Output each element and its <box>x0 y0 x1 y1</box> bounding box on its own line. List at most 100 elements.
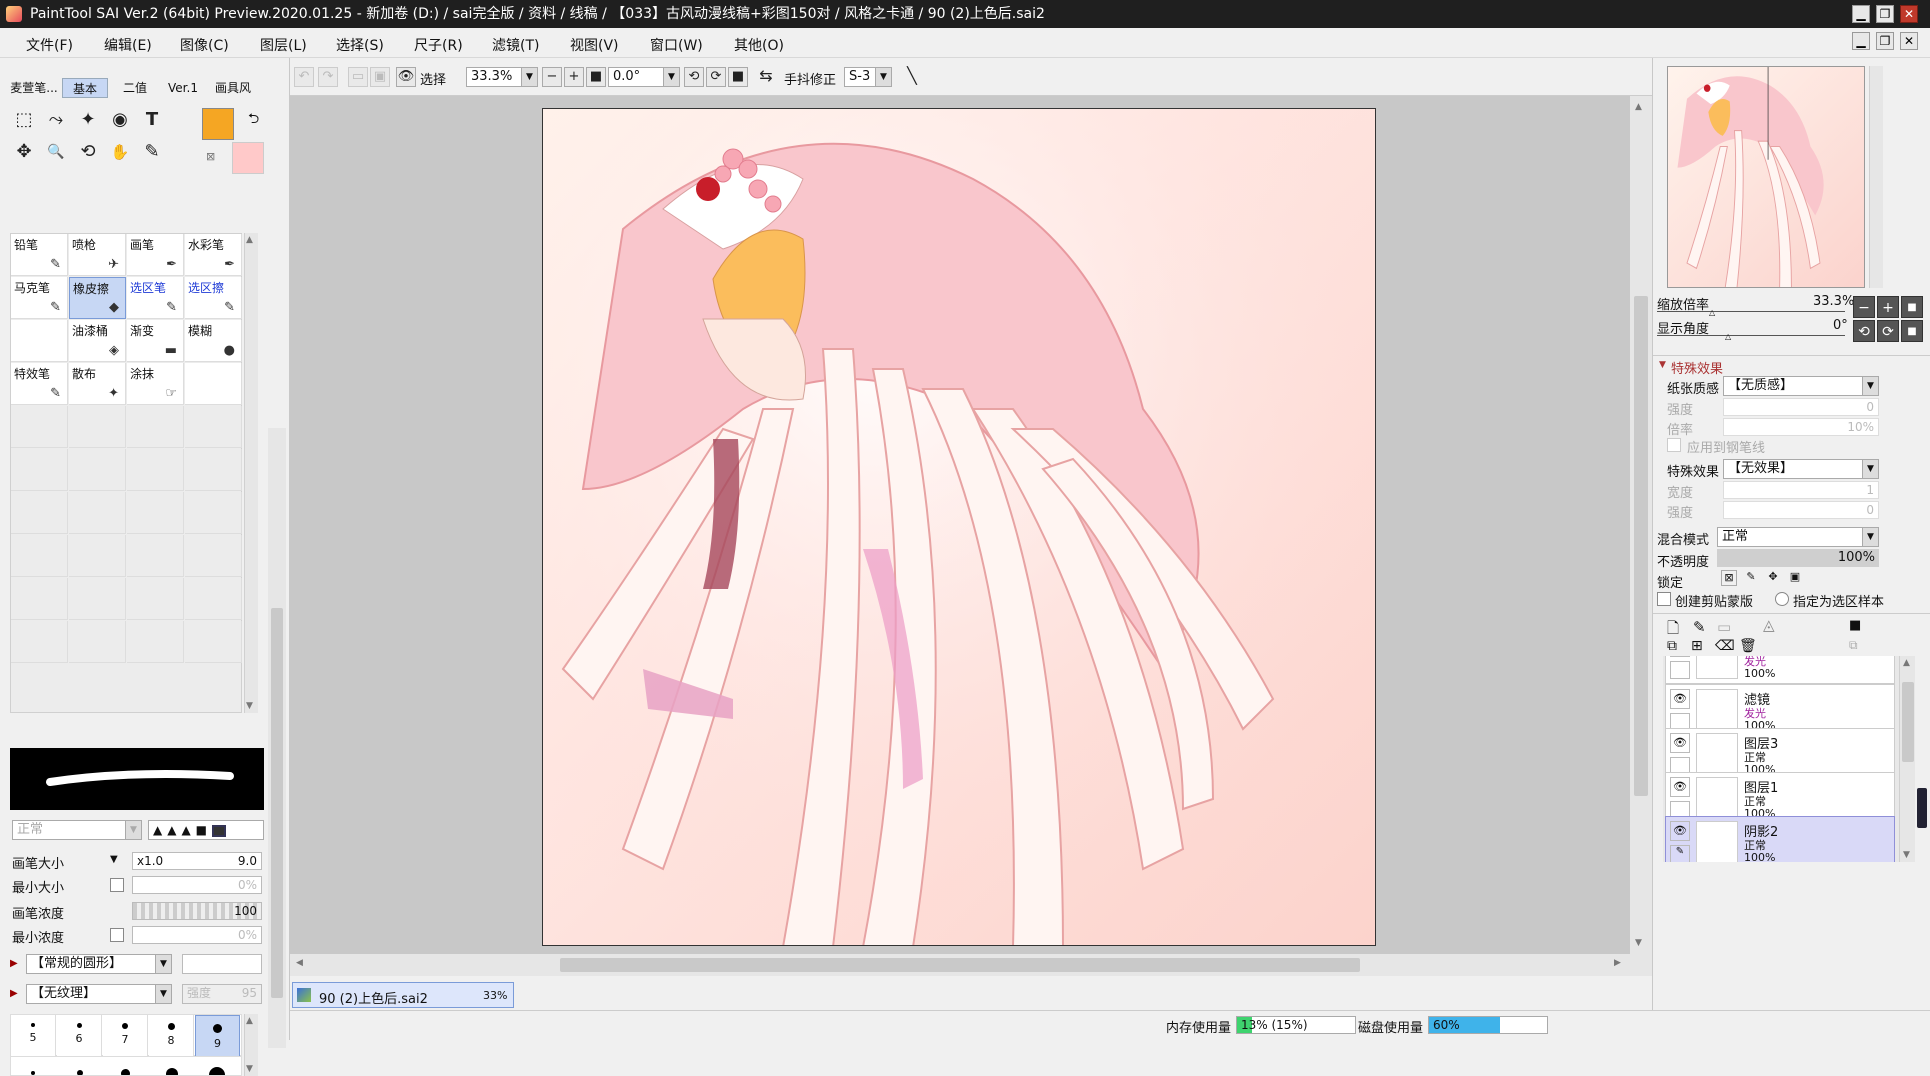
doc-minimize-button[interactable]: ▁ <box>1852 32 1870 50</box>
min-density-checkbox[interactable] <box>110 928 124 942</box>
brush-10[interactable]: 渐变 ▬ <box>127 320 184 362</box>
effect-strength-field[interactable]: 0 <box>1723 501 1879 519</box>
left-panel-scroll-thumb[interactable] <box>271 608 283 998</box>
menu-layer[interactable]: 图层(L) <box>260 35 307 55</box>
tab-brush-set-1[interactable]: 麦萱笔... <box>8 78 60 98</box>
zoom-icon[interactable]: 🔍 <box>42 138 70 166</box>
tab-binary[interactable]: 二值 <box>112 78 158 98</box>
trash-icon[interactable]: 🗑 <box>1739 638 1757 654</box>
density-field[interactable]: 100 <box>132 902 262 920</box>
panel-divider[interactable] <box>1653 350 1930 356</box>
tab-ver1[interactable]: Ver.1 <box>160 78 206 98</box>
restore-button[interactable]: ❐ <box>1876 5 1894 23</box>
rotate-left-button[interactable]: ⟲ <box>684 67 704 87</box>
visibility-eye-icon[interactable]: 👁 <box>1670 689 1690 709</box>
rotate-right-button[interactable]: ⟳ <box>706 67 726 87</box>
flip-horizontal-icon[interactable]: ⇆ <box>756 67 776 87</box>
menu-select[interactable]: 选择(S) <box>336 35 384 55</box>
hand-icon[interactable]: ✋ <box>106 138 134 166</box>
primary-color-swatch[interactable] <box>202 108 234 140</box>
scroll-up-arrow-icon[interactable]: ▲ <box>1635 102 1642 112</box>
size-presets-scrollbar[interactable]: ▲ ▼ <box>244 1014 258 1076</box>
effect-width-field[interactable]: 1 <box>1723 481 1879 499</box>
min-size-checkbox[interactable] <box>110 878 124 892</box>
new-linework-layer-icon[interactable]: ✎ <box>1693 618 1706 636</box>
doc-restore-button[interactable]: ❐ <box>1876 32 1894 50</box>
side-handle[interactable] <box>1917 788 1927 828</box>
secondary-color-swatch[interactable] <box>232 142 264 174</box>
move-icon[interactable]: ✥ <box>10 138 38 166</box>
size-preset-8[interactable]: 8 <box>149 1015 194 1057</box>
opacity-slider[interactable]: 100% <box>1717 549 1879 567</box>
close-button[interactable]: ✕ <box>1900 5 1918 23</box>
rotation-dropdown[interactable]: 0.0° ▼ <box>608 67 680 87</box>
scroll-down-arrow-icon[interactable]: ▼ <box>246 1064 253 1074</box>
navigator-scrollbar[interactable] <box>1869 66 1883 288</box>
canvas-horizontal-scrollbar[interactable]: ◀ ▶ <box>290 954 1630 976</box>
brush-4[interactable]: 马克笔 ✎ <box>11 277 68 319</box>
nav-rotate-reset-button[interactable]: ■ <box>1901 320 1923 342</box>
menu-filter[interactable]: 滤镜(T) <box>492 35 539 55</box>
visibility-eye-icon[interactable]: 👁 <box>1670 656 1690 657</box>
magic-wand-icon[interactable]: ✦ <box>74 106 102 134</box>
scroll-down-arrow-icon[interactable]: ▼ <box>1635 938 1642 948</box>
scroll-down-arrow-icon[interactable]: ▼ <box>1903 850 1910 860</box>
clear-layer-icon[interactable]: ⌫ <box>1715 638 1735 654</box>
layer-list-scroll-thumb[interactable] <box>1902 682 1914 762</box>
shape-icon[interactable]: ◉ <box>106 106 134 134</box>
visibility-eye-icon[interactable]: 👁 <box>1670 777 1690 797</box>
left-panel-scrollbar[interactable] <box>268 428 286 1048</box>
lock-transparency-icon[interactable]: ⊠ <box>1721 570 1737 586</box>
layer-row[interactable]: 👁发光100% <box>1665 656 1895 684</box>
menu-ruler[interactable]: 尺子(R) <box>414 35 463 55</box>
zoom-dropdown[interactable]: 33.3% ▼ <box>466 67 538 87</box>
menu-file[interactable]: 文件(F) <box>26 35 73 55</box>
layer-row[interactable]: 👁 ✎ 阴影2 正常 100% <box>1665 816 1895 862</box>
nav-rotate-right-button[interactable]: ⟳ <box>1877 320 1899 342</box>
brush-9[interactable]: 油漆桶 ◈ <box>69 320 126 362</box>
scroll-down-arrow-icon[interactable]: ▼ <box>246 701 253 711</box>
scroll-up-arrow-icon[interactable]: ▲ <box>1903 658 1910 668</box>
brush-5[interactable]: 橡皮擦 ◆ <box>69 277 126 319</box>
scroll-right-arrow-icon[interactable]: ▶ <box>1614 958 1621 968</box>
transparent-color-icon[interactable]: ⊠ <box>206 150 215 163</box>
show-selection-eye-icon[interactable]: 👁 <box>396 67 416 87</box>
menu-other[interactable]: 其他(O) <box>734 35 784 55</box>
scroll-left-arrow-icon[interactable]: ◀ <box>296 958 303 968</box>
straight-line-icon[interactable]: ╲ <box>902 67 922 87</box>
paper-strength-field[interactable]: 0 <box>1723 398 1879 416</box>
angle-slider[interactable] <box>1657 335 1845 336</box>
expand-texture-icon[interactable]: ▶ <box>10 988 18 999</box>
apply-to-line-checkbox[interactable] <box>1667 438 1681 452</box>
text-icon[interactable]: T <box>138 106 166 134</box>
brush-blend-dropdown[interactable]: 正常 ▼ <box>12 820 142 840</box>
merge-down-icon[interactable]: ⊞ <box>1691 638 1703 654</box>
canvas-vertical-scrollbar[interactable]: ▲ ▼ <box>1630 96 1652 976</box>
selection-source-radio[interactable] <box>1775 592 1789 606</box>
brush-size-field[interactable]: x1.0 9.0 <box>132 852 262 870</box>
min-size-field[interactable]: 0% <box>132 876 262 894</box>
lasso-icon[interactable]: ⤳ <box>42 106 70 134</box>
menu-window[interactable]: 窗口(W) <box>650 35 703 55</box>
size-preset-9[interactable]: 9 <box>195 1015 240 1057</box>
zoom-slider[interactable] <box>1657 311 1845 312</box>
redo-button[interactable]: ↷ <box>318 67 338 87</box>
lock-move-icon[interactable]: ✥ <box>1765 570 1781 586</box>
brush-1[interactable]: 喷枪 ✈ <box>69 234 126 276</box>
min-density-field[interactable]: 0% <box>132 926 262 944</box>
lock-paint-icon[interactable]: ✎ <box>1743 570 1759 586</box>
scroll-up-arrow-icon[interactable]: ▲ <box>246 1016 253 1026</box>
effect-dropdown[interactable]: 【无效果】 ▼ <box>1723 459 1879 479</box>
deselect-button[interactable]: ▭ <box>348 67 368 87</box>
zoom-in-button[interactable]: + <box>564 67 584 87</box>
invert-select-button[interactable]: ▣ <box>370 67 390 87</box>
shape-dropdown[interactable]: 【常规的圆形】 ▼ <box>26 954 172 974</box>
visibility-eye-icon[interactable]: 👁 <box>1670 733 1690 753</box>
shape-strength-field[interactable] <box>182 954 262 974</box>
nav-zoom-out-button[interactable]: − <box>1853 296 1875 318</box>
scroll-up-arrow-icon[interactable]: ▲ <box>246 235 253 245</box>
minimize-button[interactable]: ▁ <box>1852 5 1870 23</box>
menu-image[interactable]: 图像(C) <box>180 35 229 55</box>
swap-colors-icon[interactable]: ⮌ <box>248 108 259 132</box>
brush-2[interactable]: 画笔 ✒ <box>127 234 184 276</box>
